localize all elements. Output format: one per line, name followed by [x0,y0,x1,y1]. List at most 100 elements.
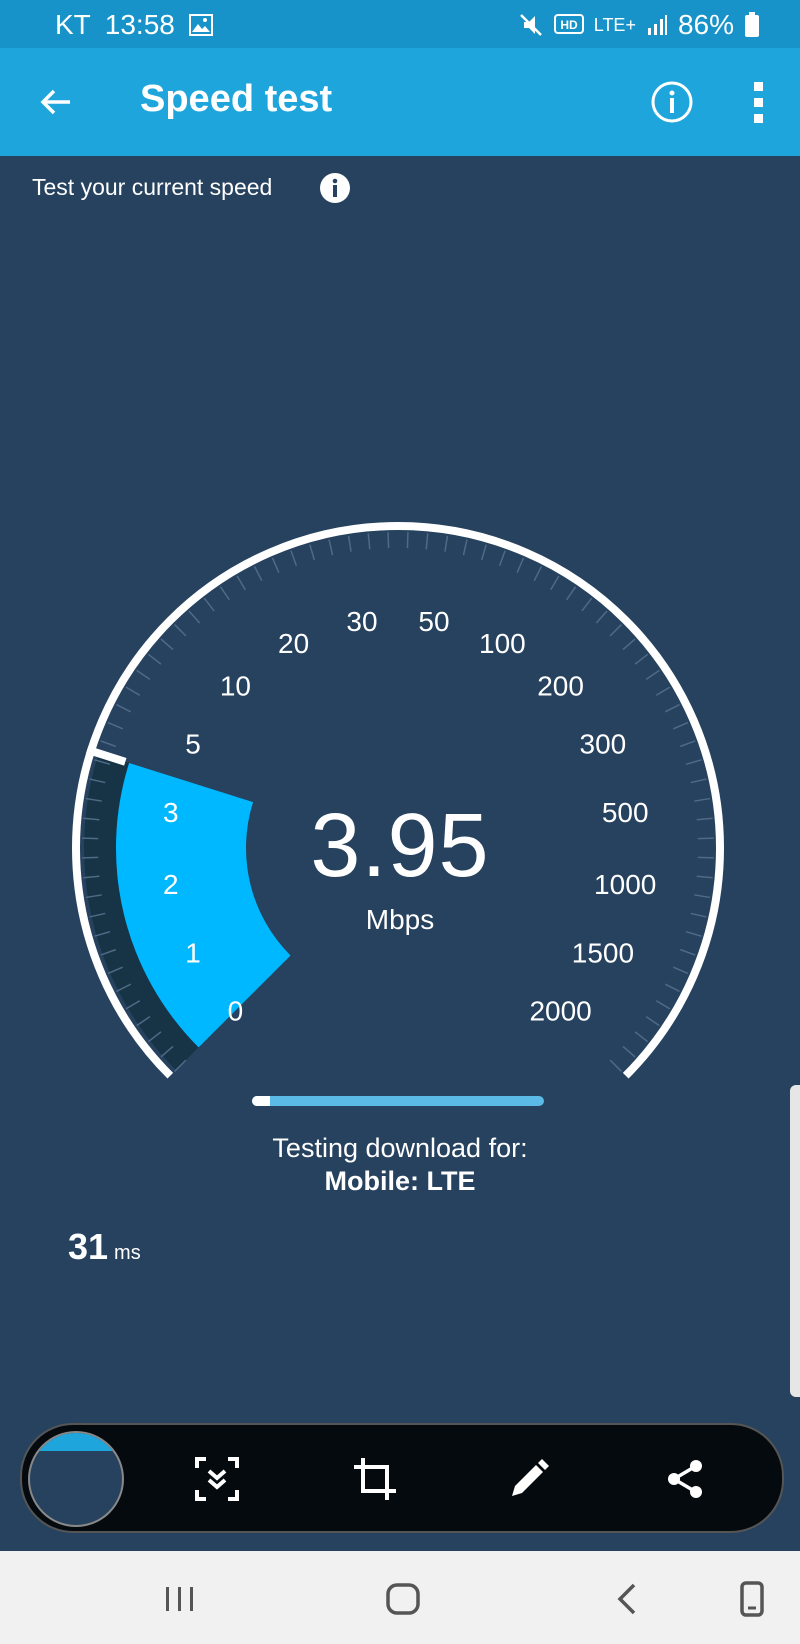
back-arrow-icon[interactable] [38,82,78,122]
gauge-tick-label: 1 [185,937,201,968]
gauge-minor-tick [622,1045,636,1058]
gauge-minor-tick [685,759,702,766]
speed-value: 3.95 [310,796,490,896]
gauge-tick-label: 2000 [529,996,591,1027]
screenshot-toolbar [20,1423,784,1533]
edit-pen-icon[interactable] [506,1456,552,1502]
battery-icon [745,12,759,37]
gauge-minor-tick [367,533,371,550]
system-nav-bar [0,1551,800,1644]
testing-label: Testing download for: [272,1133,528,1163]
gauge-minor-tick [425,533,429,550]
gauge-minor-tick [125,686,141,696]
back-icon[interactable] [608,1579,648,1619]
subtitle-text: Test your current speed [32,174,273,200]
gauge-minor-tick [387,532,390,549]
app-bar: Speed test [0,48,800,156]
gauge-minor-tick [673,966,689,975]
gauge-minor-tick [480,544,487,561]
edge-panel-handle[interactable] [790,1085,800,1397]
scroll-capture-icon[interactable] [194,1456,240,1502]
gauge-minor-tick [622,638,636,651]
svg-text:HD: HD [560,18,578,32]
gauge-minor-tick [236,575,246,591]
gauge-tick-label: 20 [278,628,309,659]
carrier: KT [55,9,91,40]
rotate-icon[interactable] [732,1579,772,1619]
gauge-minor-tick [634,653,649,665]
gauge-minor-tick [673,721,689,730]
hd-icon: HD [553,14,584,34]
gauge-minor-tick [406,532,409,549]
gauge-minor-tick [203,597,215,612]
gauge-minor-tick [107,721,123,730]
gauge-minor-tick [498,550,506,566]
gauge-minor-tick [271,557,280,573]
gauge-minor-tick [680,740,696,748]
recents-icon[interactable] [160,1579,200,1619]
gauge-minor-tick [533,566,543,582]
clock: 13:58 [104,9,175,40]
gauge-tick-label: 100 [479,628,526,659]
gauge-minor-tick [595,610,608,624]
gauge-minor-tick [160,638,174,651]
gauge-minor-tick [655,1000,671,1010]
gauge-minor-tick [116,703,132,713]
mute-icon [519,14,542,36]
connection-type: Mobile: LTE [324,1166,476,1196]
gauge-minor-tick [309,544,316,561]
battery-percent: 86% [677,9,734,40]
home-icon[interactable] [383,1579,423,1619]
gauge-minor-tick [188,610,201,624]
gauge-tick-label: 0 [228,996,244,1027]
gauge-tick-label: 10 [220,670,251,701]
info-icon[interactable] [318,171,352,205]
gauge-minor-tick [609,1059,622,1072]
network-type: LTE+ [593,14,636,35]
gauge-tick-label: 300 [580,729,627,760]
gauge-minor-tick [462,539,468,556]
gauge-minor-tick [634,1031,649,1043]
gauge-minor-tick [516,557,525,573]
gauge-minor-tick [690,778,707,784]
gauge-minor-tick [645,669,660,680]
gauge-minor-tick [581,597,593,612]
gauge-minor-tick [219,586,230,601]
gauge-minor-tick [655,686,671,696]
crop-icon[interactable] [352,1456,398,1502]
speed-unit: Mbps [365,904,435,935]
gauge-tick-label: 50 [418,606,449,637]
gauge-minor-tick [664,703,680,713]
test-progress-bar [252,1096,544,1106]
gauge-minor-tick [347,535,352,552]
share-icon[interactable] [662,1456,708,1502]
more-vert-icon[interactable] [744,78,774,126]
gauge-tick-label: 30 [346,606,377,637]
gauge-tick-label: 5 [185,729,201,760]
test-progress-fill [252,1096,270,1106]
gauge-minor-tick [253,566,263,582]
gallery-icon [188,14,213,36]
ping-readout: 31 ms [68,1226,141,1268]
ping-value: 31 [68,1226,109,1267]
gauge-tick-label: 200 [537,670,584,701]
gauge-minor-tick [680,948,696,956]
gauge-minor-tick [664,983,680,993]
gauge-minor-tick [566,586,577,601]
gauge-minor-tick [147,653,162,665]
screenshot-thumbnail[interactable] [28,1431,124,1527]
gauge-minor-tick [290,550,298,566]
status-bar: KT 13:58 HD LTE+ 86% [0,0,800,48]
info-circle-icon[interactable] [650,80,694,124]
gauge-tick-label: 1500 [572,937,634,968]
gauge-minor-tick [645,1016,660,1027]
ping-unit: ms [114,1242,141,1264]
gauge-minor-tick [100,740,116,748]
gauge-minor-tick [444,535,449,552]
gauge-minor-tick [174,624,187,637]
gauge-minor-tick [609,624,622,637]
gauge-minor-tick [328,539,334,556]
gauge-minor-tick [136,669,151,680]
gauge-minor-tick [550,575,560,591]
page-title: Speed test [140,78,333,120]
